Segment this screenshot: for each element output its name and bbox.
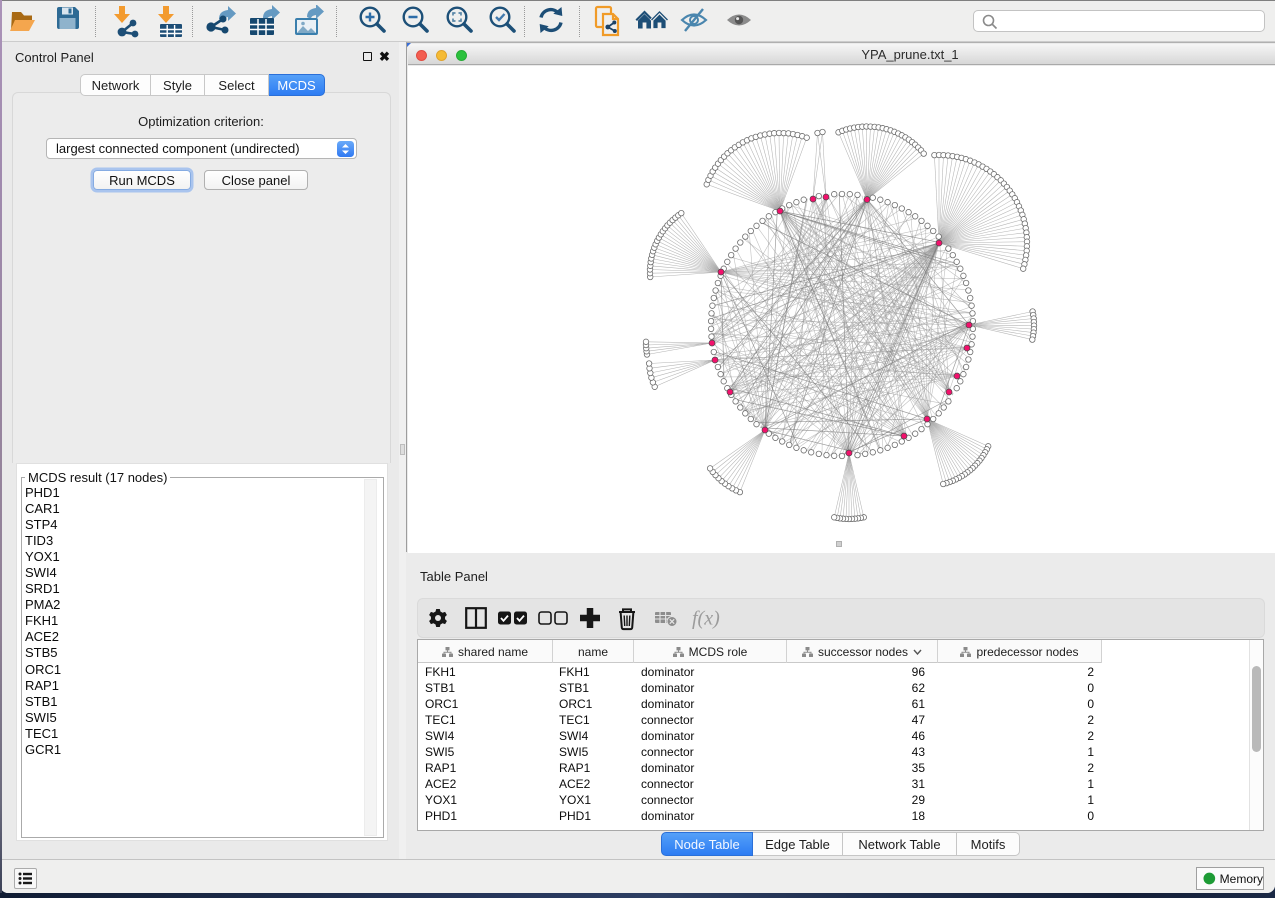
svg-text:f(x): f(x) bbox=[692, 608, 720, 630]
